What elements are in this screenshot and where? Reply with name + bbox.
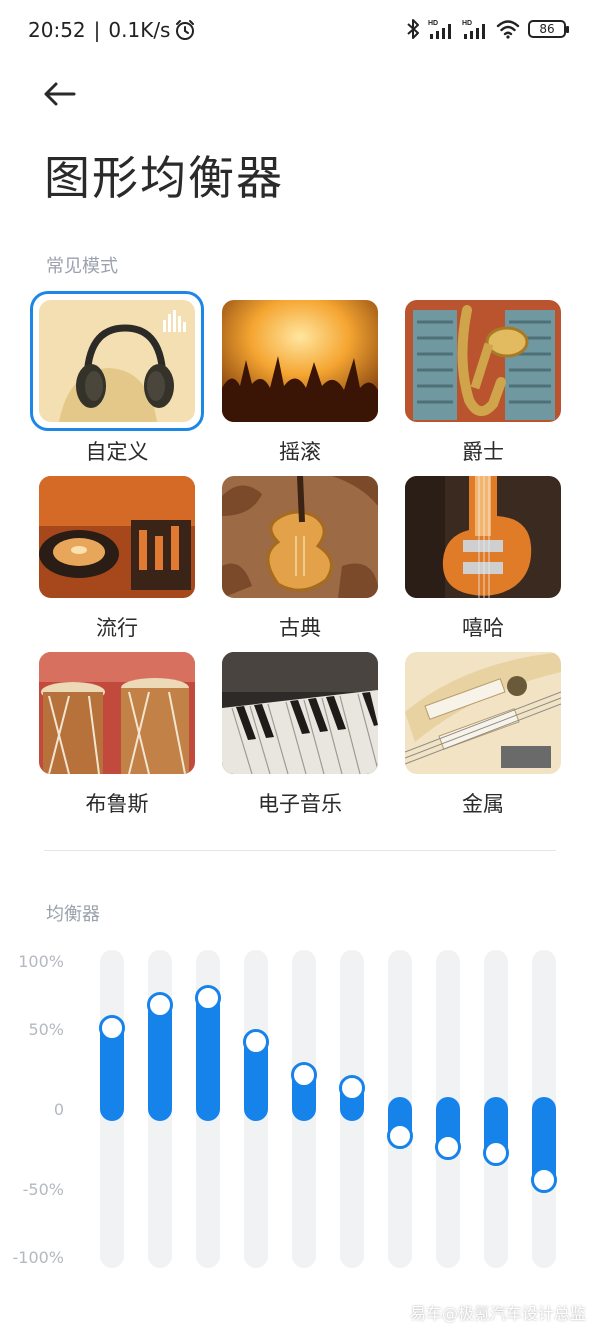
eq-band-knob[interactable]	[99, 1014, 125, 1041]
eq-band-slider[interactable]	[99, 950, 125, 1268]
battery-level: 86	[539, 22, 555, 36]
guitar-closeup-image	[405, 652, 561, 774]
status-left: 20:52 | 0.1K/s	[28, 18, 196, 42]
headphones-image	[39, 300, 195, 422]
drums-image	[39, 652, 195, 774]
eq-band-slider[interactable]	[243, 950, 269, 1268]
signal-hd-icon: HD	[428, 20, 451, 39]
preset-label: 古典	[279, 616, 321, 640]
status-network-speed: 0.1K/s	[108, 18, 171, 42]
eq-band-knob[interactable]	[291, 1061, 317, 1088]
status-right: HD HD 86	[406, 18, 569, 40]
eq-band-slider[interactable]	[435, 950, 461, 1268]
preset-label: 爵士	[462, 440, 504, 464]
battery-icon: 86	[528, 20, 569, 38]
preset-label: 自定义	[85, 440, 149, 464]
eq-band-slider[interactable]	[531, 950, 557, 1268]
violin-image	[222, 476, 378, 598]
scale-label: -100%	[12, 1248, 64, 1267]
divider	[44, 850, 556, 851]
saxophone-image	[405, 300, 561, 422]
eq-band-slider[interactable]	[339, 950, 365, 1268]
preset-label: 流行	[96, 616, 138, 640]
eq-band-slider[interactable]	[147, 950, 173, 1268]
page-title: 图形均衡器	[44, 151, 284, 205]
dj-turntable-image	[39, 476, 195, 598]
scale-label: 50%	[28, 1020, 64, 1039]
eq-band-knob[interactable]	[531, 1167, 557, 1194]
presets-section-label: 常见模式	[46, 256, 118, 277]
watermark-text: 易车@极氪汽车设计总监	[409, 1304, 586, 1323]
svg-text:HD: HD	[428, 20, 438, 27]
eq-band-slider[interactable]	[483, 950, 509, 1268]
back-button[interactable]	[36, 74, 84, 114]
scale-label: -50%	[22, 1180, 64, 1199]
eq-band-slider[interactable]	[387, 950, 413, 1268]
preset-label: 摇滚	[279, 440, 321, 464]
equalizer-section-label: 均衡器	[46, 904, 100, 925]
status-bar: 20:52 | 0.1K/s HD HD 86	[0, 0, 600, 64]
svg-text:HD: HD	[462, 20, 472, 27]
scale-label: 0	[53, 1100, 64, 1119]
preset-label: 布鲁斯	[85, 792, 149, 816]
eq-band-knob[interactable]	[387, 1122, 413, 1149]
piano-keys-image	[222, 652, 378, 774]
status-separator: |	[93, 18, 101, 42]
eq-band-slider[interactable]	[195, 950, 221, 1268]
wifi-icon	[496, 20, 520, 39]
concert-crowd-image	[222, 300, 378, 422]
arrow-left-icon	[44, 82, 76, 106]
status-time: 20:52	[28, 18, 86, 42]
preset-label: 电子音乐	[258, 792, 342, 816]
eq-band-knob[interactable]	[195, 985, 221, 1011]
scale-label: 100%	[18, 952, 64, 971]
eq-band-knob[interactable]	[435, 1134, 461, 1161]
electric-guitar-image	[405, 476, 561, 598]
preset-label: 嘻哈	[462, 616, 504, 640]
eq-band-knob[interactable]	[483, 1140, 509, 1167]
alarm-icon	[176, 20, 195, 40]
signal-hd-icon: HD	[462, 20, 485, 39]
bluetooth-icon	[407, 19, 419, 39]
preset-label: 金属	[462, 792, 504, 816]
eq-band-slider[interactable]	[291, 950, 317, 1268]
